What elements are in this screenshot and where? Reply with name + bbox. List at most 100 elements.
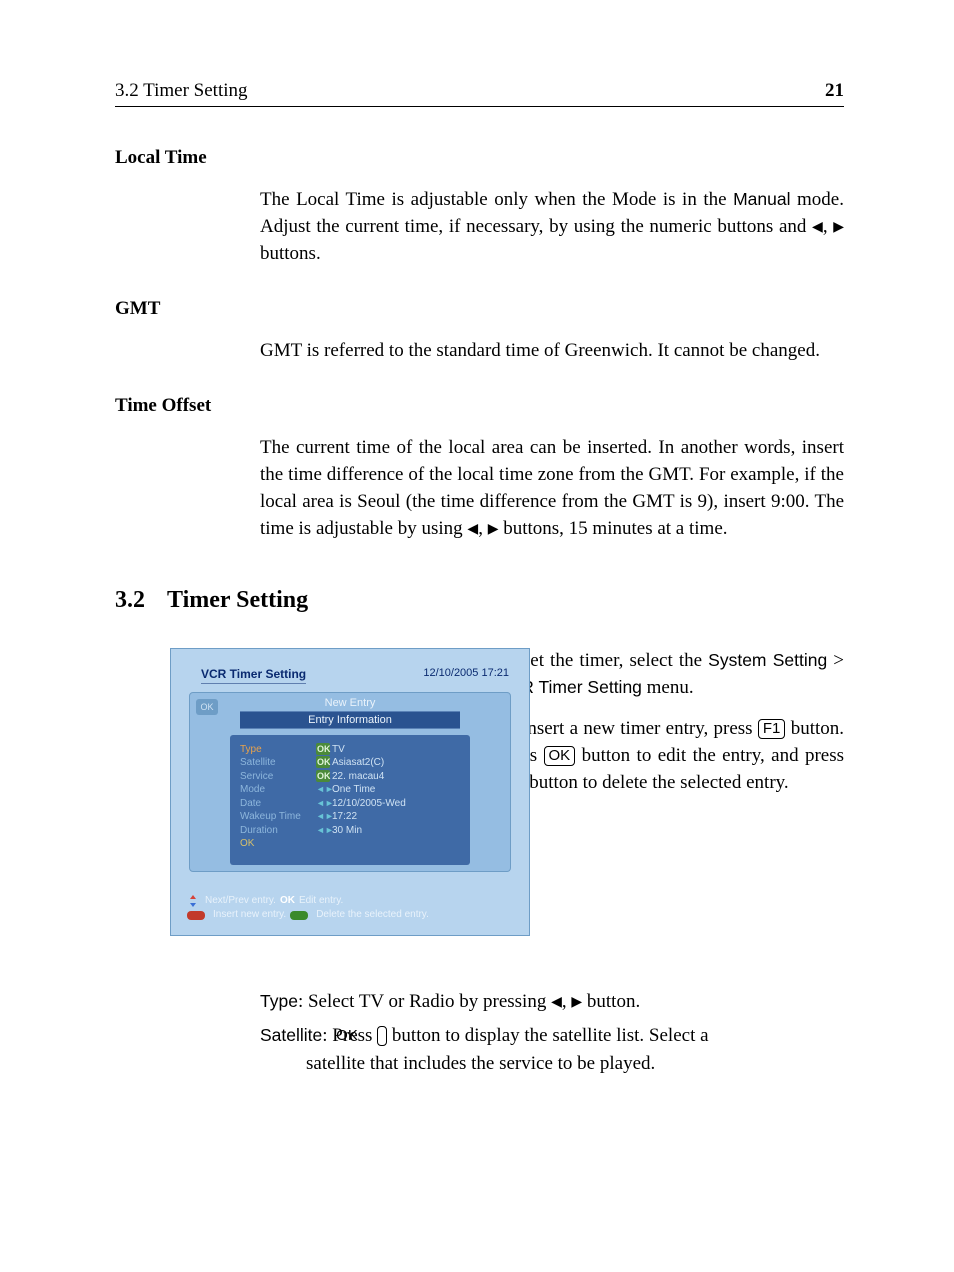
entry-value-wrap: ◄►12/10/2005-Wed — [316, 797, 406, 811]
local-time-text-pre: The Local Time is adjustable only when t… — [260, 189, 733, 210]
entry-label: Mode — [240, 783, 306, 797]
def-satellite: Satellite: Press OK button to display th… — [260, 1022, 844, 1078]
def-sat-mid: button to display the satellite list. Se… — [387, 1025, 708, 1046]
ok-badge-icon: OK — [316, 743, 330, 755]
entry-label: Date — [240, 797, 306, 811]
entry-value: TV — [332, 744, 345, 755]
def-sat-cont: satellite that includes the service to b… — [306, 1050, 844, 1078]
right-arrow-icon: ▶ — [488, 520, 499, 540]
entry-value: 12/10/2005-Wed — [332, 798, 406, 809]
screenshot-title: VCR Timer Setting — [201, 667, 306, 684]
card-head: New Entry — [190, 693, 510, 709]
footer-text: Edit entry. — [299, 894, 343, 909]
entry-row: OK — [240, 837, 460, 851]
arrows-icon: ◄► — [316, 797, 330, 809]
body-gmt: GMT is referred to the standard time of … — [260, 338, 844, 365]
keycap-ok: OK — [544, 746, 576, 766]
timer-setting-text: To set the timer, select the System Sett… — [497, 648, 844, 811]
entry-row: Date ◄►12/10/2005-Wed — [240, 797, 460, 811]
body-time-offset: The current time of the local area can b… — [260, 435, 844, 543]
entry-value-wrap: OKTV — [316, 743, 345, 757]
entry-value: 17:22 — [332, 811, 357, 822]
entry-value: Asiasat2(C) — [332, 757, 384, 768]
comma: , — [562, 991, 572, 1012]
card-sub: Entry Information — [240, 711, 460, 729]
entry-row: Service OK22. macau4 — [240, 770, 460, 784]
screenshot-card: OK New Entry Entry Information Type OKTV… — [189, 692, 511, 872]
footer-line-1: Next/Prev entry. OK Edit entry. — [187, 894, 429, 909]
section-number: 3.2 — [115, 587, 145, 614]
entry-value: 30 Min — [332, 825, 362, 836]
entry-row: Type OKTV — [240, 743, 460, 757]
arrows-icon: ◄► — [316, 810, 330, 822]
header-section-ref: 3.2 Timer Setting — [115, 80, 248, 102]
left-arrow-icon: ◀ — [467, 520, 478, 540]
p1-system-setting: System Setting — [708, 650, 827, 670]
footer-ok-label: OK — [280, 894, 295, 909]
entry-value-wrap: ◄►One Time — [316, 783, 375, 797]
heading-gmt: GMT — [115, 298, 844, 320]
entry-label: Service — [240, 770, 306, 784]
right-arrow-icon: ▶ — [571, 993, 582, 1014]
green-pill-icon — [290, 911, 308, 920]
entry-row: Duration ◄►30 Min — [240, 824, 460, 838]
heading-local-time: Local Time — [115, 147, 844, 169]
def-type-post: button. — [582, 991, 640, 1012]
p2-pre: To insert a new timer entry, press — [497, 718, 758, 739]
entry-row: Mode ◄►One Time — [240, 783, 460, 797]
entry-label: Duration — [240, 824, 306, 838]
ok-icon: OK — [196, 699, 218, 715]
def-type-term: Type — [260, 991, 298, 1011]
footer-text: Insert new entry. — [213, 908, 286, 923]
timer-para-2: To insert a new timer entry, press F1 bu… — [497, 716, 844, 797]
comma: , — [478, 518, 488, 539]
timer-para-1: To set the timer, select the System Sett… — [497, 648, 844, 702]
p2-post: button to delete the selected entry. — [525, 772, 789, 793]
entry-label: Type — [240, 743, 306, 757]
footer-line-2: Insert new entry. Delete the selected en… — [187, 908, 429, 923]
left-arrow-icon: ◀ — [812, 218, 823, 238]
p1-post: menu. — [642, 677, 694, 698]
header-rule — [115, 106, 844, 107]
keycap-ok: OK — [377, 1026, 387, 1046]
footer-text: Delete the selected entry. — [316, 908, 429, 923]
entry-value: One Time — [332, 784, 375, 795]
up-down-icon — [187, 895, 199, 907]
red-pill-icon — [187, 911, 205, 920]
ok-badge-icon: OK — [316, 756, 330, 768]
section-title: Timer Setting — [167, 587, 308, 614]
entry-value-wrap: OK22. macau4 — [316, 770, 384, 784]
arrows-icon: ◄► — [316, 783, 330, 795]
keycap-f1: F1 — [758, 719, 786, 739]
entry-value: 22. macau4 — [332, 771, 384, 782]
screenshot-footer: Next/Prev entry. OK Edit entry. Insert n… — [187, 894, 429, 923]
entry-label: Wakeup Time — [240, 810, 306, 824]
heading-time-offset: Time Offset — [115, 395, 844, 417]
entry-value-wrap: OKAsiasat2(C) — [316, 756, 384, 770]
entry-value-wrap: ◄►17:22 — [316, 810, 357, 824]
left-arrow-icon: ◀ — [551, 993, 562, 1014]
def-satellite-term: Satellite — [260, 1025, 322, 1045]
entry-row: Satellite OKAsiasat2(C) — [240, 756, 460, 770]
entry-value-wrap: ◄►30 Min — [316, 824, 362, 838]
entry-label: OK — [240, 837, 306, 851]
comma: , — [823, 216, 833, 237]
p1-gt: > — [827, 650, 844, 671]
time-offset-text-post: buttons, 15 minutes at a time. — [498, 518, 727, 539]
p2-mid2: button to edit the entry, and press — [575, 745, 844, 766]
def-type: Type: Select TV or Radio by pressing ◀, … — [260, 988, 844, 1016]
local-time-manual: Manual — [733, 189, 790, 209]
body-local-time: The Local Time is adjustable only when t… — [260, 187, 844, 268]
footer-text: Next/Prev entry. — [205, 894, 276, 909]
definition-list: Type: Select TV or Radio by pressing ◀, … — [260, 988, 844, 1078]
entry-info-box: Type OKTV Satellite OKAsiasat2(C) Servic… — [230, 735, 470, 865]
def-type-pre: : Select TV or Radio by pressing — [298, 991, 551, 1012]
ok-badge-icon: OK — [316, 770, 330, 782]
vcr-timer-screenshot: VCR Timer Setting 12/10/2005 17:21 OK Ne… — [170, 648, 530, 936]
entry-label: Satellite — [240, 756, 306, 770]
arrows-icon: ◄► — [316, 824, 330, 836]
entry-row: Wakeup Time ◄►17:22 — [240, 810, 460, 824]
header-page-number: 21 — [825, 80, 844, 102]
right-arrow-icon: ▶ — [833, 218, 844, 238]
screenshot-datetime: 12/10/2005 17:21 — [423, 667, 509, 684]
